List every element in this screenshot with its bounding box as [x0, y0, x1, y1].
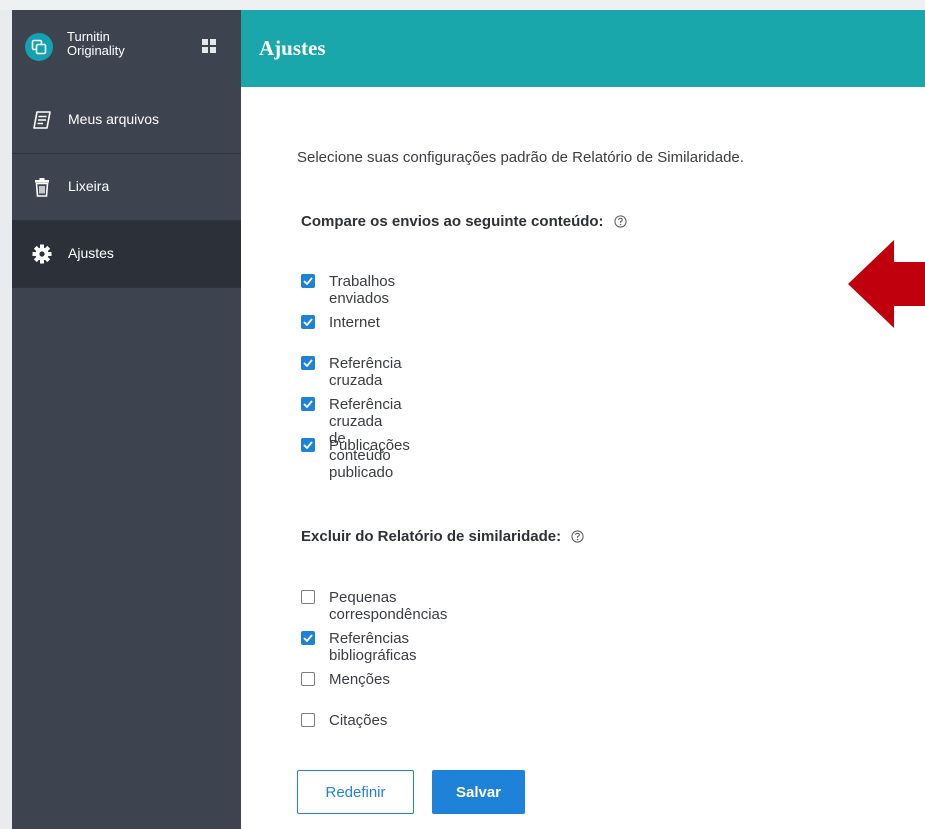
sidebar-item-ajustes[interactable]: Ajustes: [12, 221, 241, 288]
save-button[interactable]: Salvar: [432, 770, 525, 814]
exclude-title-text: Excluir do Relatório de similaridade:: [301, 528, 562, 545]
check-icon: [303, 634, 313, 642]
turnitin-logo-icon: [25, 33, 53, 61]
page-header: Ajustes: [241, 10, 925, 87]
check-icon: [303, 359, 313, 367]
help-icon[interactable]: [571, 530, 584, 543]
brand-line-1: Turnitin: [67, 29, 110, 44]
gear-icon: [31, 243, 53, 265]
check-icon: [303, 318, 313, 326]
check-icon: [303, 400, 313, 408]
sidebar: Turnitin Originality Meus arquivos Lixei…: [12, 10, 241, 829]
brand-line-2: Originality: [67, 43, 125, 58]
option-label: Referência cruzada: [329, 355, 402, 389]
checkbox-unchecked[interactable]: [301, 672, 315, 686]
brand-name: Turnitin Originality: [67, 30, 125, 58]
checkbox-checked[interactable]: [301, 438, 315, 452]
exclude-section-title: Excluir do Relatório de similaridade:: [301, 528, 584, 545]
app-window: Turnitin Originality Meus arquivos Lixei…: [12, 10, 925, 829]
sidebar-item-meus-arquivos[interactable]: Meus arquivos: [12, 87, 241, 154]
sidebar-nav: Meus arquivos Lixeira Ajustes: [12, 87, 241, 288]
intro-text: Selecione suas configurações padrão de R…: [297, 149, 744, 166]
checkbox-checked[interactable]: [301, 356, 315, 370]
checkbox-unchecked[interactable]: [301, 713, 315, 727]
option-label: Referências bibliográficas: [329, 630, 417, 664]
page-title: Ajustes: [259, 36, 326, 60]
file-list-icon: [31, 109, 53, 131]
sidebar-item-label: Ajustes: [68, 245, 114, 261]
help-icon[interactable]: [614, 215, 627, 228]
check-icon: [303, 277, 313, 285]
app-switcher-icon[interactable]: [201, 38, 217, 54]
compare-title-text: Compare os envios ao seguinte conteúdo:: [301, 213, 604, 230]
annotation-arrow-icon: [848, 240, 925, 328]
checkbox-checked[interactable]: [301, 274, 315, 288]
sidebar-item-label: Meus arquivos: [68, 111, 160, 127]
option-label: Menções: [329, 671, 390, 688]
brand: Turnitin Originality: [12, 10, 241, 87]
compare-section-title: Compare os envios ao seguinte conteúdo:: [301, 213, 627, 230]
checkbox-unchecked[interactable]: [301, 590, 315, 604]
checkbox-checked[interactable]: [301, 631, 315, 645]
option-label: Citações: [329, 712, 388, 729]
sidebar-item-label: Lixeira: [68, 178, 110, 194]
checkbox-checked[interactable]: [301, 315, 315, 329]
option-label: Trabalhos enviados: [329, 273, 396, 307]
checkbox-checked[interactable]: [301, 397, 315, 411]
trash-icon: [31, 176, 53, 198]
sidebar-item-lixeira[interactable]: Lixeira: [12, 154, 241, 221]
settings-panel: Selecione suas configurações padrão de R…: [241, 87, 925, 829]
background-strip: [0, 0, 925, 10]
check-icon: [303, 441, 313, 449]
option-label: Internet: [329, 314, 380, 331]
option-label: Publicações: [329, 437, 410, 454]
option-label: Pequenas correspondências: [329, 589, 448, 623]
reset-button[interactable]: Redefinir: [297, 770, 414, 814]
